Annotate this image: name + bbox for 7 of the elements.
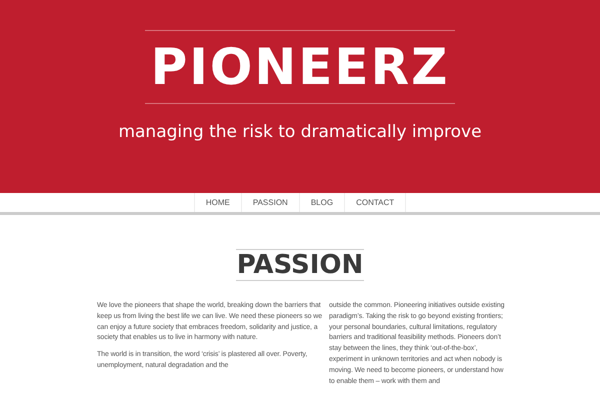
nav-link[interactable]: BLOG	[298, 193, 344, 212]
site-title: PIONEERZ	[144, 30, 456, 104]
nav-link[interactable]: PASSION	[240, 193, 299, 212]
section-heading: PASSION	[236, 249, 364, 281]
nav-link[interactable]: HOME	[194, 193, 241, 212]
nav-link[interactable]: CONTACT	[344, 193, 406, 212]
tagline: managing the risk to dramatically improve	[118, 122, 482, 142]
